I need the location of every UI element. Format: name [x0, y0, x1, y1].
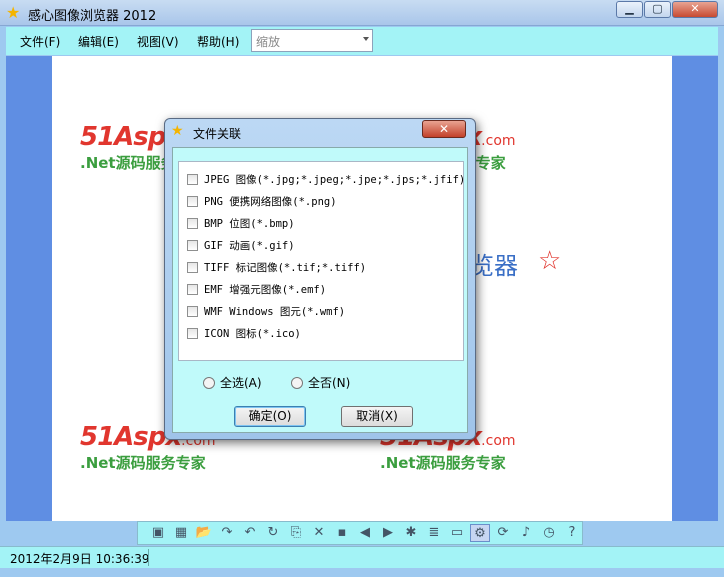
app-star-icon: ★ — [6, 3, 21, 22]
file-type-label: ICON 图标(*.ico) — [204, 328, 301, 340]
file-type-label: TIFF 标记图像(*.tif;*.tiff) — [204, 262, 367, 274]
select-all-radio[interactable]: 全选(A) — [203, 374, 262, 391]
select-none-radio[interactable]: 全否(N) — [291, 374, 350, 391]
checkbox[interactable] — [187, 240, 198, 251]
slideshow-icon[interactable]: ✱ — [401, 524, 421, 542]
copy-icon[interactable]: ⎘ — [286, 524, 306, 542]
window-frame-bottom — [0, 568, 724, 577]
list-icon[interactable]: ≣ — [424, 524, 444, 542]
checkbox[interactable] — [187, 218, 198, 229]
bottom-toolbar: ▣ ▦ 📂 ↷ ↶ ↻ ⎘ ✕ ▪ ◀ ▶ ✱ ≣ ▭ ⚙ ⟳ ♪ ◷? — [137, 521, 583, 545]
status-separator — [148, 549, 149, 566]
image-open-icon[interactable]: ▣ — [148, 524, 168, 542]
help-icon[interactable]: ? — [562, 524, 582, 542]
dialog-close-button[interactable]: ✕ — [422, 120, 466, 138]
image-heading-star: ☆ — [538, 246, 562, 276]
watermark-tagline: .Net源码服务专家 — [80, 454, 206, 472]
file-type-checkbox-row[interactable]: ICON 图标(*.ico) — [187, 326, 301, 342]
rotate-icon[interactable]: ↻ — [263, 524, 283, 542]
file-type-checkbox-row[interactable]: TIFF 标记图像(*.tif;*.tiff) — [187, 260, 366, 276]
menu-file[interactable]: 文件(F) — [20, 33, 60, 50]
file-type-checkbox-row[interactable]: BMP 位图(*.bmp) — [187, 216, 295, 232]
checkbox[interactable] — [187, 196, 198, 207]
file-type-label: BMP 位图(*.bmp) — [204, 218, 295, 230]
zoom-select[interactable]: 缩放 — [251, 29, 373, 52]
checkbox[interactable] — [187, 262, 198, 273]
maximize-button[interactable]: ▢ — [644, 1, 671, 18]
watermark-domain: .com — [481, 433, 516, 449]
select-none-label: 全否(N) — [308, 376, 351, 390]
file-type-label: PNG 便携网络图像(*.png) — [204, 196, 337, 208]
image-heading-text: 览器 — [470, 252, 518, 280]
radio-icon — [291, 377, 303, 389]
clock-icon[interactable]: ◷ — [539, 524, 559, 542]
file-type-checkbox-row[interactable]: GIF 动画(*.gif) — [187, 238, 295, 254]
checkbox[interactable] — [187, 284, 198, 295]
dialog-star-icon: ★ — [171, 123, 184, 139]
prev-icon[interactable]: ◀ — [355, 524, 375, 542]
refresh-icon[interactable]: ⟳ — [493, 524, 513, 542]
close-button[interactable]: ✕ — [672, 1, 718, 18]
cancel-button[interactable]: 取消(X) — [341, 406, 413, 427]
file-association-dialog: ★ 文件关联 ✕ JPEG 图像(*.jpg;*.jpeg;*.jpe;*.jp… — [164, 118, 476, 440]
network-icon[interactable]: ⚙ — [470, 524, 490, 542]
watermark-domain: .com — [481, 133, 516, 149]
dialog-body: JPEG 图像(*.jpg;*.jpeg;*.jpe;*.jps;*.jfif)… — [172, 147, 468, 433]
file-type-checkbox-row[interactable]: EMF 增强元图像(*.emf) — [187, 282, 326, 298]
window-title: 感心图像浏览器 2012 — [28, 9, 157, 24]
menu-edit[interactable]: 编辑(E) — [78, 33, 119, 50]
file-type-label: GIF 动画(*.gif) — [204, 240, 295, 252]
file-type-checkbox-row[interactable]: WMF Windows 图元(*.wmf) — [187, 304, 345, 320]
dialog-title: 文件关联 — [193, 127, 242, 141]
file-type-checkbox-row[interactable]: PNG 便携网络图像(*.png) — [187, 194, 337, 210]
file-type-label: JPEG 图像(*.jpg;*.jpeg;*.jpe;*.jps;*.jfif) — [204, 174, 466, 186]
undo-icon[interactable]: ↶ — [240, 524, 260, 542]
file-type-list: JPEG 图像(*.jpg;*.jpeg;*.jpe;*.jps;*.jfif)… — [178, 161, 465, 361]
status-bar: 2012年2月9日 10:36:39 — [0, 546, 724, 568]
checkbox[interactable] — [187, 306, 198, 317]
delete-icon[interactable]: ✕ — [309, 524, 329, 542]
music-icon[interactable]: ♪ — [516, 524, 536, 542]
redo-icon[interactable]: ↷ — [217, 524, 237, 542]
minimize-button[interactable]: ▁ — [616, 1, 643, 18]
window-icon[interactable]: ▭ — [447, 524, 467, 542]
radio-icon — [203, 377, 215, 389]
title-bar: ★ 感心图像浏览器 2012 ▁ ▢ ✕ — [0, 0, 724, 26]
menu-help[interactable]: 帮助(H) — [197, 33, 239, 50]
file-type-label: EMF 增强元图像(*.emf) — [204, 284, 327, 296]
select-all-label: 全选(A) — [220, 376, 262, 390]
checkbox[interactable] — [187, 328, 198, 339]
watermark-tagline: .Net源码服务专家 — [380, 454, 506, 472]
zoom-select-value: 缩放 — [256, 35, 281, 49]
menu-view[interactable]: 视图(V) — [137, 33, 179, 50]
file-type-label: WMF Windows 图元(*.wmf) — [204, 306, 346, 318]
next-icon[interactable]: ▶ — [378, 524, 398, 542]
save-icon[interactable]: ▪ — [332, 524, 352, 542]
checkbox[interactable] — [187, 174, 198, 185]
folder-open-icon[interactable]: 📂 — [194, 524, 214, 542]
chevron-down-icon — [363, 37, 369, 41]
color-icon[interactable]: ▦ — [171, 524, 191, 542]
file-type-checkbox-row[interactable]: JPEG 图像(*.jpg;*.jpeg;*.jpe;*.jps;*.jfif) — [187, 172, 465, 188]
status-datetime: 2012年2月9日 10:36:39 — [10, 552, 150, 566]
ok-button[interactable]: 确定(O) — [234, 406, 306, 427]
menu-bar: 文件(F) 编辑(E) 视图(V) 帮助(H) 缩放 — [6, 27, 718, 55]
